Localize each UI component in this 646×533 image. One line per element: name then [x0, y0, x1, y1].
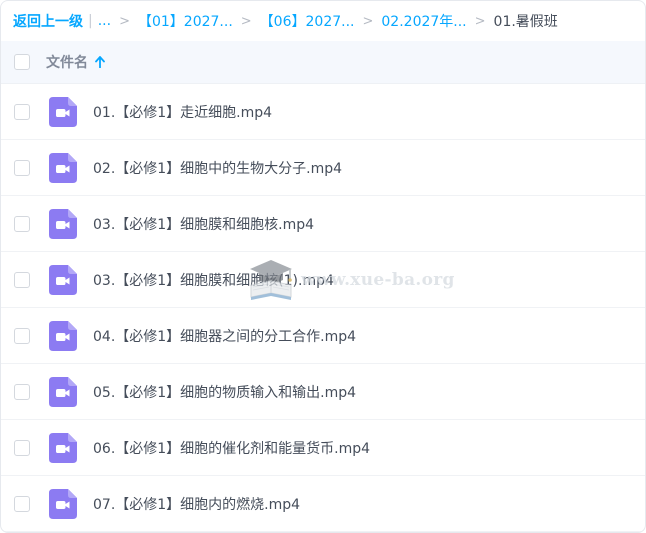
file-list: 01.【必修1】走近细胞.mp4 02.【必修1】细胞中的生物大分子.mp4 03.…	[1, 84, 645, 532]
row-checkbox[interactable]	[14, 215, 30, 232]
video-file-icon	[49, 432, 77, 463]
file-row[interactable]: 05.【必修1】细胞的物质输入和输出.mp4	[1, 364, 645, 420]
file-row[interactable]: 03.【必修1】细胞膜和细胞核.mp4	[1, 196, 645, 252]
file-name[interactable]: 04.【必修1】细胞器之间的分工合作.mp4	[93, 326, 356, 346]
file-list-header: 文件名	[1, 41, 645, 84]
video-file-icon	[49, 96, 77, 127]
arrow-up-icon[interactable]	[95, 56, 105, 68]
file-name[interactable]: 03.【必修1】细胞膜和细胞核(1).mp4	[93, 270, 334, 290]
file-name[interactable]: 05.【必修1】细胞的物质输入和输出.mp4	[93, 382, 356, 402]
breadcrumb-divider: |	[88, 13, 93, 29]
file-name[interactable]: 03.【必修1】细胞膜和细胞核.mp4	[93, 214, 314, 234]
video-file-icon	[49, 152, 77, 183]
breadcrumb-current: 01.暑假班	[493, 14, 558, 30]
video-file-icon	[49, 264, 77, 295]
file-name[interactable]: 07.【必修1】细胞内的燃烧.mp4	[93, 494, 300, 514]
row-checkbox[interactable]	[14, 327, 30, 344]
file-name[interactable]: 02.【必修1】细胞中的生物大分子.mp4	[93, 158, 342, 178]
video-file-icon	[49, 320, 77, 351]
breadcrumb-item-2[interactable]: 【06】2027...	[260, 11, 355, 31]
file-row[interactable]: 02.【必修1】细胞中的生物大分子.mp4	[1, 140, 645, 196]
file-row[interactable]: 06.【必修1】细胞的催化剂和能量货币.mp4	[1, 420, 645, 476]
video-file-icon	[49, 208, 77, 239]
breadcrumb-item-3[interactable]: 02.2027年...	[381, 11, 466, 31]
file-row[interactable]: 03.【必修1】细胞膜和细胞核(1).mp4	[1, 252, 645, 308]
breadcrumb: 返回上一级 | ... > 【01】2027... > 【06】2027... …	[1, 1, 645, 41]
row-checkbox[interactable]	[14, 103, 30, 120]
file-browser-panel: 返回上一级 | ... > 【01】2027... > 【06】2027... …	[0, 0, 646, 533]
breadcrumb-ellipsis[interactable]: ...	[98, 13, 111, 29]
file-name[interactable]: 01.【必修1】走近细胞.mp4	[93, 102, 272, 122]
row-checkbox[interactable]	[14, 271, 30, 288]
row-checkbox[interactable]	[14, 495, 30, 512]
row-checkbox[interactable]	[14, 439, 30, 456]
row-checkbox[interactable]	[14, 159, 30, 176]
back-link[interactable]: 返回上一级	[13, 11, 83, 31]
breadcrumb-separator: >	[362, 13, 374, 29]
select-all-checkbox[interactable]	[14, 54, 30, 70]
column-header-filename[interactable]: 文件名	[46, 52, 88, 72]
row-checkbox[interactable]	[14, 383, 30, 400]
breadcrumb-separator: >	[119, 13, 130, 29]
file-name[interactable]: 06.【必修1】细胞的催化剂和能量货币.mp4	[93, 438, 370, 458]
video-file-icon	[49, 376, 77, 407]
breadcrumb-separator: >	[240, 13, 252, 29]
video-file-icon	[49, 488, 77, 519]
file-row[interactable]: 01.【必修1】走近细胞.mp4	[1, 84, 645, 140]
breadcrumb-item-1[interactable]: 【01】2027...	[138, 11, 233, 31]
file-row[interactable]: 04.【必修1】细胞器之间的分工合作.mp4	[1, 308, 645, 364]
breadcrumb-separator: >	[474, 13, 486, 29]
file-row[interactable]: 07.【必修1】细胞内的燃烧.mp4	[1, 476, 645, 532]
